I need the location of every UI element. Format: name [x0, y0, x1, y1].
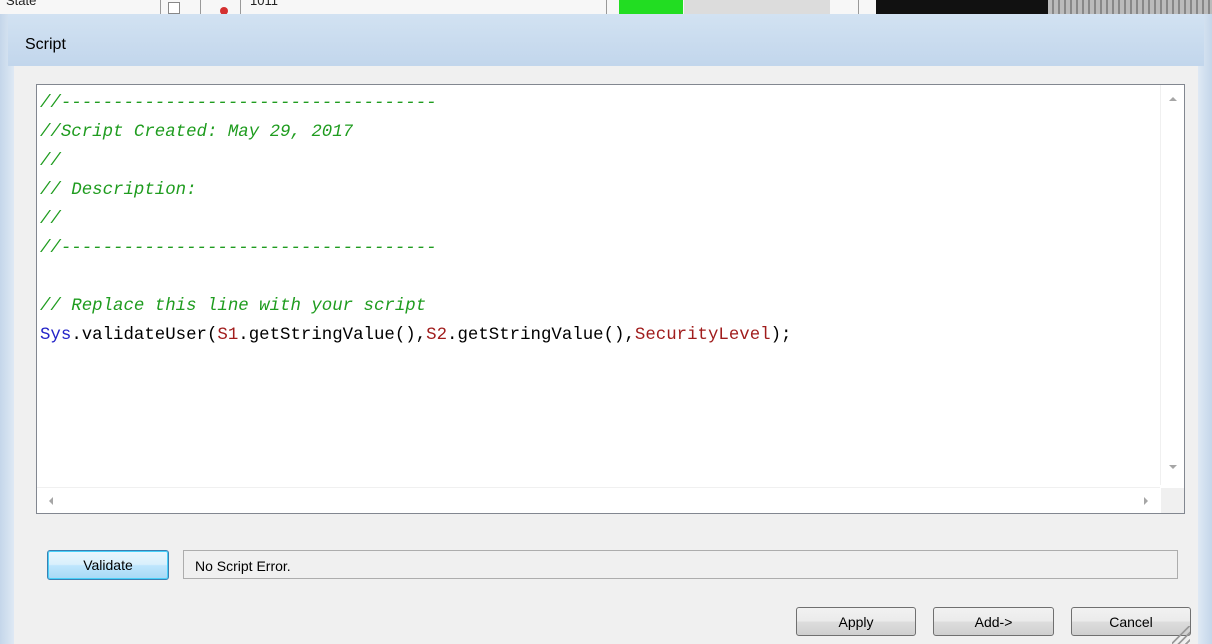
code-line[interactable]: //: [40, 147, 1158, 176]
resize-grip-icon[interactable]: [1172, 626, 1190, 644]
code-token-var: S1: [217, 326, 239, 345]
code-line[interactable]: Sys.validateUser(S1.getStringValue(),S2.…: [40, 321, 1158, 350]
divider: [160, 0, 161, 14]
code-token-var: SecurityLevel: [634, 326, 771, 345]
scroll-up-icon[interactable]: [1169, 97, 1177, 101]
code-line[interactable]: // Description:: [40, 176, 1158, 205]
code-token-var: S2: [426, 326, 448, 345]
code-token-comment: //------------------------------------: [40, 239, 437, 258]
background-checkbox: [168, 2, 180, 14]
divider: [200, 0, 201, 14]
code-line[interactable]: //: [40, 205, 1158, 234]
vertical-scrollbar[interactable]: [1160, 85, 1184, 485]
dialog-titlebar[interactable]: Script: [8, 14, 1204, 66]
dark-indicator: [876, 0, 1048, 14]
code-token-comment: //: [40, 210, 61, 229]
pattern-indicator: [1048, 0, 1212, 14]
divider: [240, 0, 241, 14]
divider: [858, 0, 859, 14]
code-token-comment: //Script Created: May 29, 2017: [40, 123, 354, 142]
code-line[interactable]: [40, 263, 1158, 292]
code-line[interactable]: //Script Created: May 29, 2017: [40, 118, 1158, 147]
code-token-comment: // Description:: [40, 181, 197, 200]
code-token-comment: //: [40, 152, 61, 171]
code-token-plain: .getStringValue(),: [238, 326, 427, 345]
script-code-area[interactable]: //------------------------------------ //…: [40, 89, 1158, 487]
background-state-label: State: [6, 0, 37, 8]
validate-button[interactable]: Validate: [47, 550, 169, 580]
code-line[interactable]: //------------------------------------: [40, 89, 1158, 118]
scroll-left-icon[interactable]: [49, 497, 53, 505]
code-token-plain: .getStringValue(),: [447, 326, 635, 345]
code-token-plain: .validateUser(: [71, 326, 218, 345]
horizontal-scrollbar[interactable]: [37, 487, 1160, 513]
validation-status-field: No Script Error.: [183, 550, 1178, 579]
code-token-plain: );: [770, 326, 792, 345]
grey-indicator: [684, 0, 830, 14]
dialog-title: Script: [25, 36, 66, 53]
apply-button[interactable]: Apply: [796, 607, 916, 636]
scrollbar-corner: [1161, 488, 1184, 513]
green-indicator: [619, 0, 683, 14]
scroll-right-icon[interactable]: [1144, 497, 1148, 505]
code-line[interactable]: // Replace this line with your script: [40, 292, 1158, 321]
code-token-obj: Sys: [40, 326, 72, 345]
code-token-comment: //------------------------------------: [40, 94, 437, 113]
script-dialog: Script //-------------------------------…: [8, 14, 1204, 644]
divider: [606, 0, 607, 14]
dialog-client-area: //------------------------------------ //…: [22, 66, 1191, 644]
code-line[interactable]: //------------------------------------: [40, 234, 1158, 263]
script-editor[interactable]: //------------------------------------ //…: [36, 84, 1185, 514]
scroll-down-icon[interactable]: [1169, 465, 1177, 469]
background-value-label: 1011: [250, 0, 278, 8]
code-token-comment: // Replace this line with your script: [40, 297, 427, 316]
background-app-strip: State 1011: [0, 0, 1212, 15]
add-button[interactable]: Add->: [933, 607, 1054, 636]
